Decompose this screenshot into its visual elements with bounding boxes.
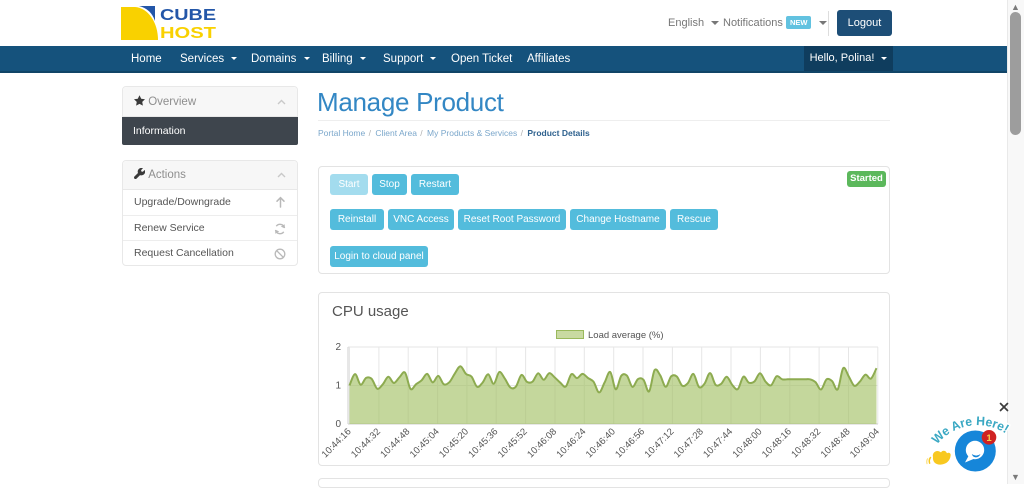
svg-text:10:44:48: 10:44:48 [378, 426, 412, 460]
svg-text:10:48:00: 10:48:00 [731, 426, 765, 460]
svg-text:10:47:12: 10:47:12 [643, 426, 677, 460]
svg-text:10:44:32: 10:44:32 [349, 426, 383, 460]
svg-text:10:45:04: 10:45:04 [408, 426, 442, 460]
svg-text:1: 1 [986, 433, 992, 444]
svg-text:10:48:48: 10:48:48 [819, 426, 853, 460]
svg-text:10:48:32: 10:48:32 [789, 426, 823, 460]
svg-text:10:44:16: 10:44:16 [320, 426, 354, 460]
svg-text:10:46:56: 10:46:56 [613, 426, 647, 460]
svg-text:10:47:44: 10:47:44 [701, 426, 735, 460]
svg-text:10:48:16: 10:48:16 [760, 426, 794, 460]
svg-text:10:46:24: 10:46:24 [554, 426, 588, 460]
svg-text:10:45:20: 10:45:20 [437, 426, 471, 460]
svg-text:10:47:28: 10:47:28 [672, 426, 706, 460]
svg-text:10:49:04: 10:49:04 [848, 426, 882, 460]
svg-text:10:45:36: 10:45:36 [466, 426, 500, 460]
svg-text:10:46:08: 10:46:08 [525, 426, 559, 460]
svg-text:2: 2 [335, 342, 341, 353]
svg-text:0: 0 [335, 419, 341, 430]
svg-text:1: 1 [335, 381, 341, 392]
svg-text:10:46:40: 10:46:40 [584, 426, 618, 460]
svg-text:10:45:52: 10:45:52 [496, 426, 530, 460]
